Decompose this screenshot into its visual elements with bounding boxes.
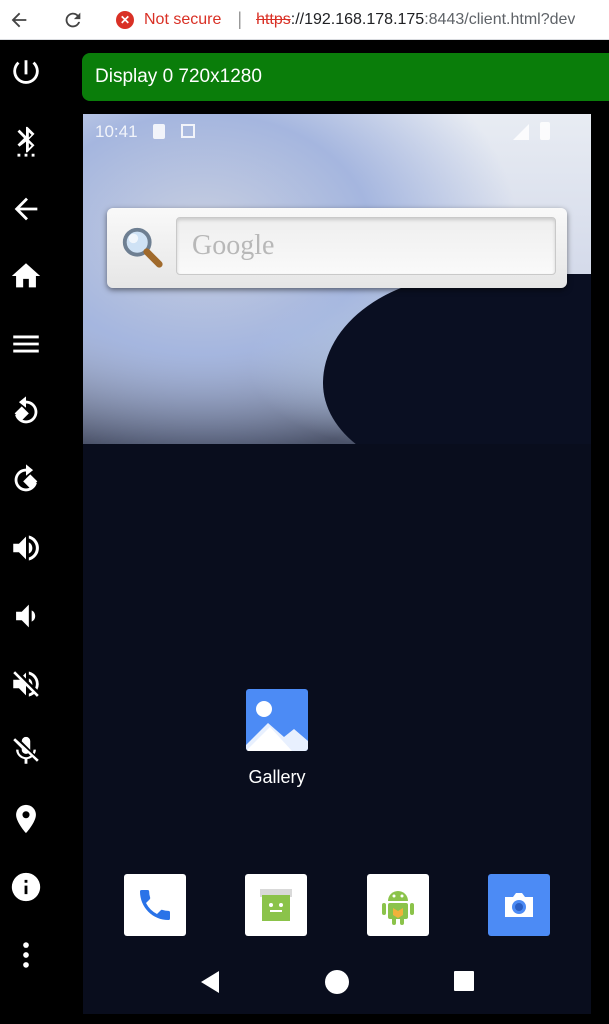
bluetooth-icon <box>17 126 35 157</box>
address-bar[interactable]: https://192.168.178.175:8443/client.html… <box>256 11 575 29</box>
info-icon <box>11 872 41 902</box>
arrow-left-icon <box>11 12 27 27</box>
battery-icon <box>540 122 550 140</box>
rotate-left-button[interactable] <box>6 392 46 432</box>
not-secure-icon: ✕ <box>116 10 134 29</box>
api-demos-app[interactable] <box>367 874 429 936</box>
nav-back-button[interactable] <box>197 969 223 995</box>
url-scheme: https <box>256 10 291 28</box>
mic-off-icon <box>13 736 39 764</box>
camera-icon <box>505 893 533 917</box>
google-search-widget[interactable]: Google <box>107 208 567 288</box>
info-button[interactable] <box>6 867 46 907</box>
notification-icon <box>181 124 195 138</box>
signal-icon <box>513 124 529 140</box>
gallery-icon <box>246 689 308 751</box>
mic-off-button[interactable] <box>6 731 46 771</box>
messaging-app[interactable] <box>245 874 307 936</box>
rotate-left-icon <box>14 396 38 424</box>
volume-down-icon <box>16 604 36 628</box>
browser-back-button[interactable] <box>4 5 34 35</box>
messaging-icon <box>260 889 292 921</box>
home-button[interactable] <box>6 256 46 296</box>
url-separator: | <box>237 9 243 29</box>
display-title: Display 0 720x1280 <box>95 66 262 87</box>
volume-mute-button[interactable] <box>6 664 46 704</box>
control-sidebar <box>0 41 52 1024</box>
arrow-left-icon <box>14 197 38 221</box>
sd-card-icon <box>153 124 165 139</box>
power-icon <box>13 60 39 84</box>
url-host: ://192.168.178.175 <box>290 10 425 28</box>
url-path: :8443/client.html?dev <box>424 10 576 28</box>
security-indicator[interactable]: ✕ Not secure <box>116 10 222 29</box>
display-title-bar: Display 0 720x1280 <box>82 53 609 101</box>
search-input[interactable]: Google <box>176 217 556 275</box>
volume-up-button[interactable] <box>6 528 46 568</box>
home-icon <box>11 263 41 288</box>
gallery-label: Gallery <box>248 767 306 787</box>
wallpaper-shape <box>323 274 591 474</box>
nav-home-button[interactable] <box>324 969 350 995</box>
location-icon <box>16 804 36 834</box>
nav-recents-button[interactable] <box>452 969 476 993</box>
menu-button[interactable] <box>6 324 46 364</box>
location-button[interactable] <box>6 799 46 839</box>
phone-icon <box>140 890 170 920</box>
back-button[interactable] <box>6 189 46 229</box>
gallery-app[interactable]: Gallery <box>231 689 323 788</box>
camera-app[interactable] <box>488 874 550 936</box>
volume-down-button[interactable] <box>6 596 46 636</box>
security-label: Not secure <box>144 10 222 28</box>
status-time: 10:41 <box>95 122 138 141</box>
menu-icon <box>13 335 39 353</box>
android-icon <box>382 891 414 925</box>
phone-app[interactable] <box>124 874 186 936</box>
bluetooth-button[interactable] <box>6 121 46 161</box>
power-button[interactable] <box>6 53 46 93</box>
search-placeholder: Google <box>192 230 275 261</box>
volume-mute-icon <box>13 671 39 697</box>
more-button[interactable] <box>6 935 46 975</box>
status-bar: 10:41 <box>83 114 591 148</box>
device-screen[interactable]: 10:41 Google Gallery <box>83 114 591 1014</box>
rotate-right-icon <box>14 464 38 492</box>
rotate-right-button[interactable] <box>6 460 46 500</box>
volume-up-icon <box>13 535 39 561</box>
reload-icon <box>65 12 81 27</box>
magnifier-icon <box>122 227 163 268</box>
browser-toolbar: ✕ Not secure | https://192.168.178.175:8… <box>0 0 609 40</box>
more-vertical-icon <box>23 942 29 968</box>
browser-reload-button[interactable] <box>58 5 88 35</box>
